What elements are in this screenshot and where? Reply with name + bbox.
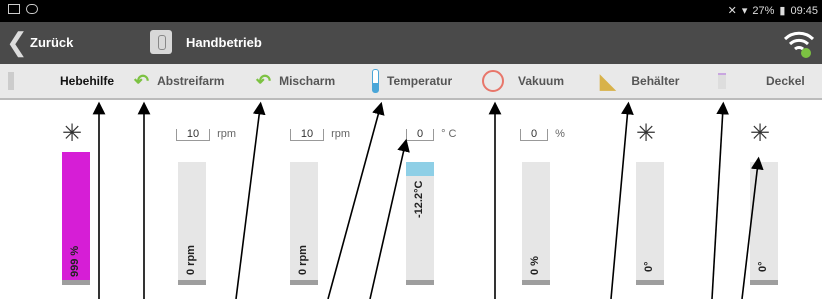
abstreifarm-value[interactable]: 10 xyxy=(176,129,210,141)
asterisk-icon[interactable]: ✳ xyxy=(750,122,770,146)
signal-icon: ▾ xyxy=(741,5,748,17)
tab-label: Abstreifarm xyxy=(157,74,225,88)
hebehilfe-bar-label: 999 % xyxy=(69,245,81,277)
behaelter-bar-label: 0° xyxy=(643,261,655,272)
back-chevron-icon[interactable]: ❮ xyxy=(6,28,28,56)
asterisk-icon[interactable]: ✳ xyxy=(636,122,656,146)
lid-icon xyxy=(718,73,726,89)
mischarm-unit: rpm xyxy=(331,128,351,140)
mute-icon: ✕ xyxy=(727,5,737,17)
tab-behaelter[interactable]: ◣ Behälter xyxy=(600,64,679,98)
back-button[interactable]: Zurück xyxy=(30,35,73,50)
scraper-arm-icon: ↶ xyxy=(134,70,150,91)
status-bar: ✕ ▾ 27% ▮ 09:45 xyxy=(0,0,822,22)
mixer-arm-icon: ↶ xyxy=(256,70,272,91)
manual-mode-icon xyxy=(150,30,172,54)
tab-label: Mischarm xyxy=(279,74,336,88)
mischarm-setpoint[interactable]: 10 rpm xyxy=(290,128,350,141)
page-title: Handbetrieb xyxy=(186,35,262,50)
clock: 09:45 xyxy=(790,4,818,17)
battery-percent: 27% xyxy=(752,4,775,17)
temperatur-value[interactable]: 0 xyxy=(406,129,434,141)
battery-icon: ▮ xyxy=(779,5,786,17)
tab-deckel[interactable]: Deckel xyxy=(718,64,805,98)
asterisk-icon[interactable]: ✳ xyxy=(62,122,82,146)
temperatur-bar-label: -12.2°C xyxy=(413,180,425,218)
temperatur-setpoint[interactable]: 0 ° C xyxy=(406,128,456,141)
abstreifarm-bar-label: 0 rpm xyxy=(185,245,197,275)
tab-vakuum[interactable]: Vakuum xyxy=(482,64,564,98)
vakuum-setpoint[interactable]: 0 % xyxy=(520,128,565,141)
tab-label: Behälter xyxy=(631,74,680,88)
tab-abstreifarm[interactable]: ↶ Abstreifarm xyxy=(134,64,224,98)
temperatur-bar-base xyxy=(406,280,434,285)
container-icon: ◣ xyxy=(600,70,616,93)
mischarm-bar-label: 0 rpm xyxy=(297,245,309,275)
abstreifarm-setpoint[interactable]: 10 rpm xyxy=(176,128,236,141)
thermometer-icon xyxy=(372,69,379,93)
tab-hebehilfe[interactable]: Hebehilfe xyxy=(8,64,115,98)
mischarm-bar-base xyxy=(290,280,318,285)
tab-mischarm[interactable]: ↶ Mischarm xyxy=(256,64,335,98)
vacuum-icon xyxy=(482,70,504,92)
wifi-icon[interactable] xyxy=(782,25,816,59)
app-bar: ❮ Zurück Handbetrieb xyxy=(0,22,822,64)
abstreifarm-unit: rpm xyxy=(217,128,237,140)
tab-scroll-arrow[interactable] xyxy=(807,64,822,98)
tab-bar: Hebehilfe ↶ Abstreifarm ↶ Mischarm Tempe… xyxy=(0,64,822,100)
tab-label: Hebehilfe xyxy=(60,74,115,88)
vakuum-bar-label: 0 % xyxy=(529,256,541,275)
abstreifarm-bar-base xyxy=(178,280,206,285)
deckel-bar-label: 0° xyxy=(757,261,769,272)
mischarm-value[interactable]: 10 xyxy=(290,129,324,141)
temperatur-unit: ° C xyxy=(441,128,457,140)
tab-label: Deckel xyxy=(766,74,805,88)
tab-label: Vakuum xyxy=(518,74,565,88)
notification-icon xyxy=(26,4,38,14)
vakuum-unit: % xyxy=(555,128,565,140)
lift-icon xyxy=(8,72,14,90)
screenshot-icon xyxy=(8,4,20,14)
tab-temperatur[interactable]: Temperatur xyxy=(372,64,452,98)
tab-label: Temperatur xyxy=(387,74,453,88)
vakuum-bar-base xyxy=(522,280,550,285)
behaelter-bar-base xyxy=(636,280,664,285)
controls-panel: ✳ 999 % 10 rpm 0 rpm 10 rpm 0 rpm 0 ° C … xyxy=(0,100,822,299)
hebehilfe-bar-base xyxy=(62,280,90,285)
vakuum-value[interactable]: 0 xyxy=(520,129,548,141)
deckel-bar-base xyxy=(750,280,778,285)
